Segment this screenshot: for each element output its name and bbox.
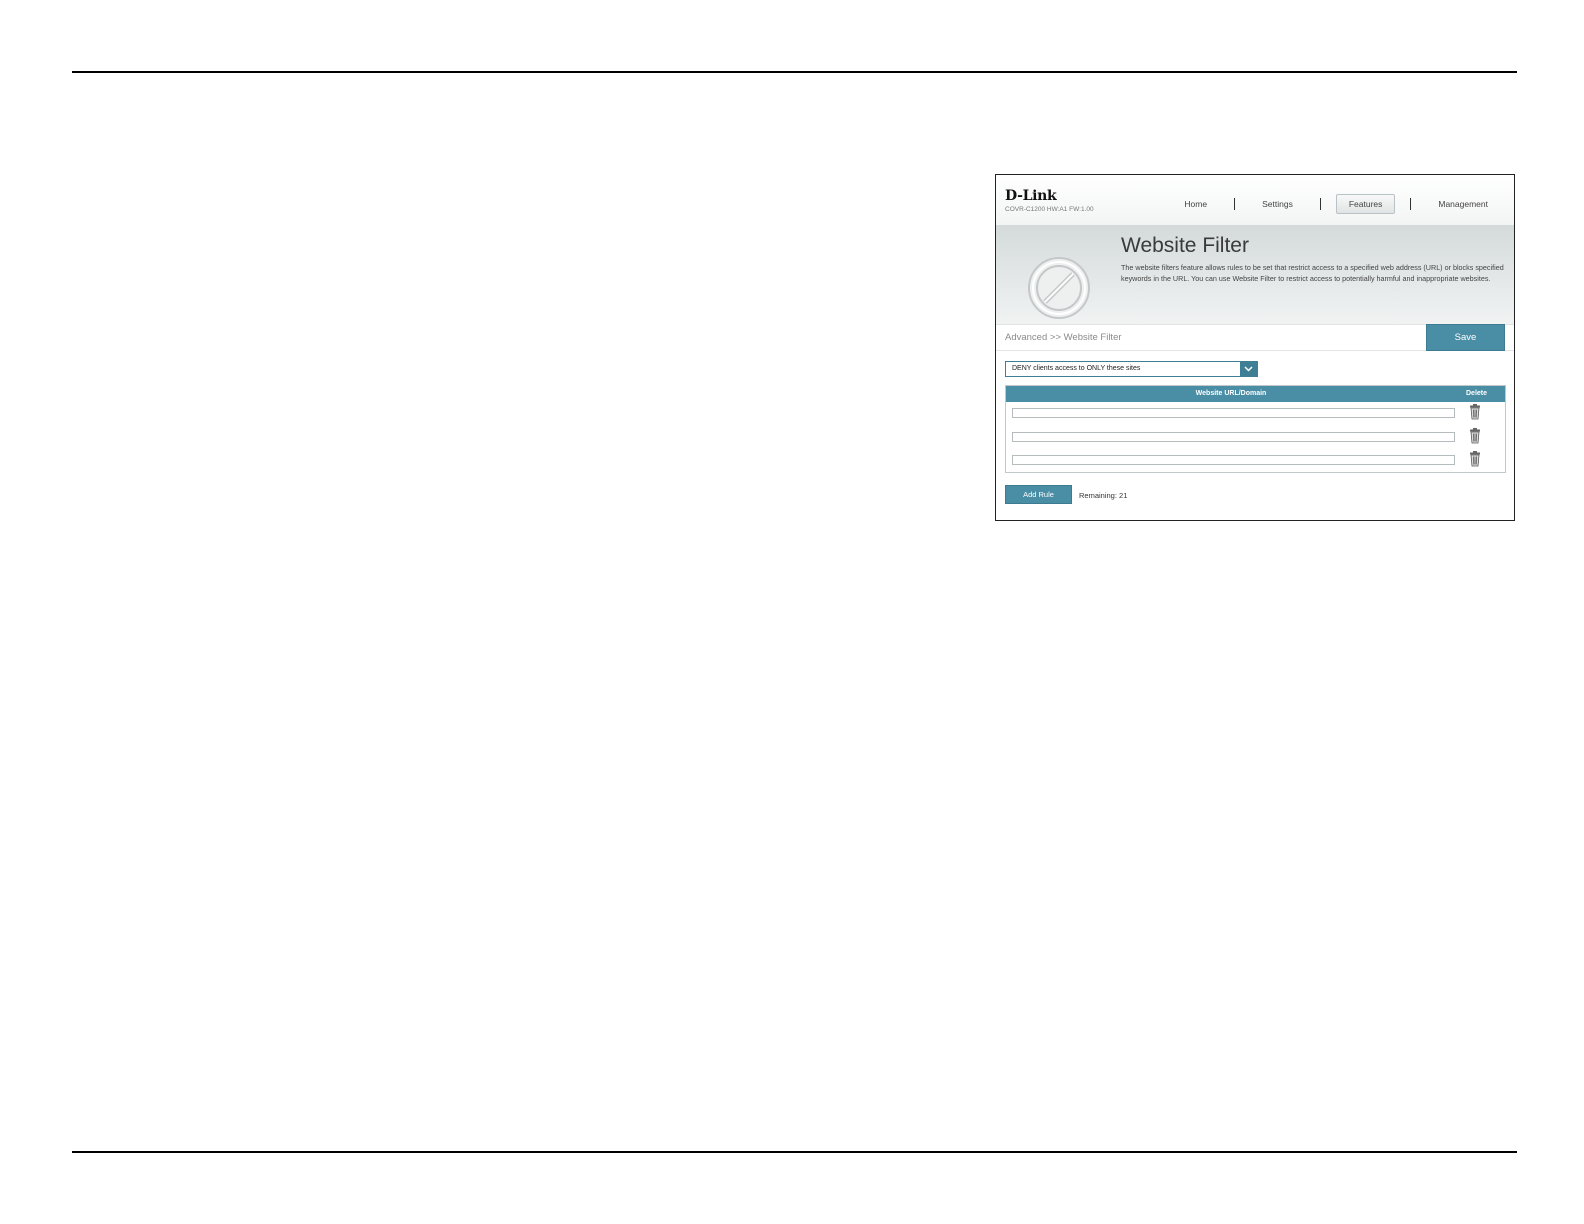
model-info: COVR-C1200 HW:A1 FW:1.00 [1005, 206, 1094, 213]
column-header-delete: Delete [1466, 390, 1488, 397]
column-header-url: Website URL/Domain [1195, 390, 1267, 397]
remaining-count: Remaining: 21 [1079, 491, 1128, 500]
page-title: Website Filter [1121, 234, 1249, 257]
nav-separator [1234, 198, 1236, 210]
table-row [1006, 402, 1505, 424]
table-header: Website URL/Domain Delete [1006, 386, 1505, 402]
url-rules-table: Website URL/Domain Delete [1005, 385, 1506, 473]
header-bar: D-Link COVR-C1200 HW:A1 FW:1.00 Home Set… [996, 175, 1514, 226]
save-button[interactable]: Save [1426, 324, 1505, 351]
table-row [1006, 449, 1505, 471]
no-entry-icon [1028, 257, 1090, 319]
trash-icon[interactable] [1468, 451, 1482, 467]
main-nav: Home Settings Features Management [1172, 194, 1500, 214]
nav-features[interactable]: Features [1335, 194, 1396, 214]
url-input[interactable] [1012, 432, 1455, 442]
nav-home[interactable]: Home [1172, 195, 1219, 213]
bottom-rule-line [72, 1151, 1517, 1153]
dlink-logo: D-Link [1005, 188, 1057, 204]
page-description: The website filters feature allows rules… [1121, 263, 1504, 283]
nav-separator [1410, 198, 1412, 210]
add-rule-button[interactable]: Add Rule [1005, 485, 1072, 504]
chevron-down-icon[interactable] [1240, 362, 1257, 376]
filter-mode-select[interactable]: DENY clients access to ONLY these sites [1005, 361, 1258, 377]
url-input[interactable] [1012, 408, 1455, 418]
trash-icon[interactable] [1468, 428, 1482, 444]
nav-management[interactable]: Management [1426, 195, 1500, 213]
nav-settings[interactable]: Settings [1250, 195, 1305, 213]
trash-icon[interactable] [1468, 404, 1482, 420]
url-input[interactable] [1012, 455, 1455, 465]
nav-separator [1319, 198, 1321, 210]
top-rule-line [72, 71, 1517, 73]
table-row [1006, 426, 1505, 448]
breadcrumb: Advanced >> Website Filter [1005, 332, 1122, 343]
filter-mode-value: DENY clients access to ONLY these sites [1012, 365, 1141, 372]
router-ui-screenshot: D-Link COVR-C1200 HW:A1 FW:1.00 Home Set… [995, 174, 1515, 521]
